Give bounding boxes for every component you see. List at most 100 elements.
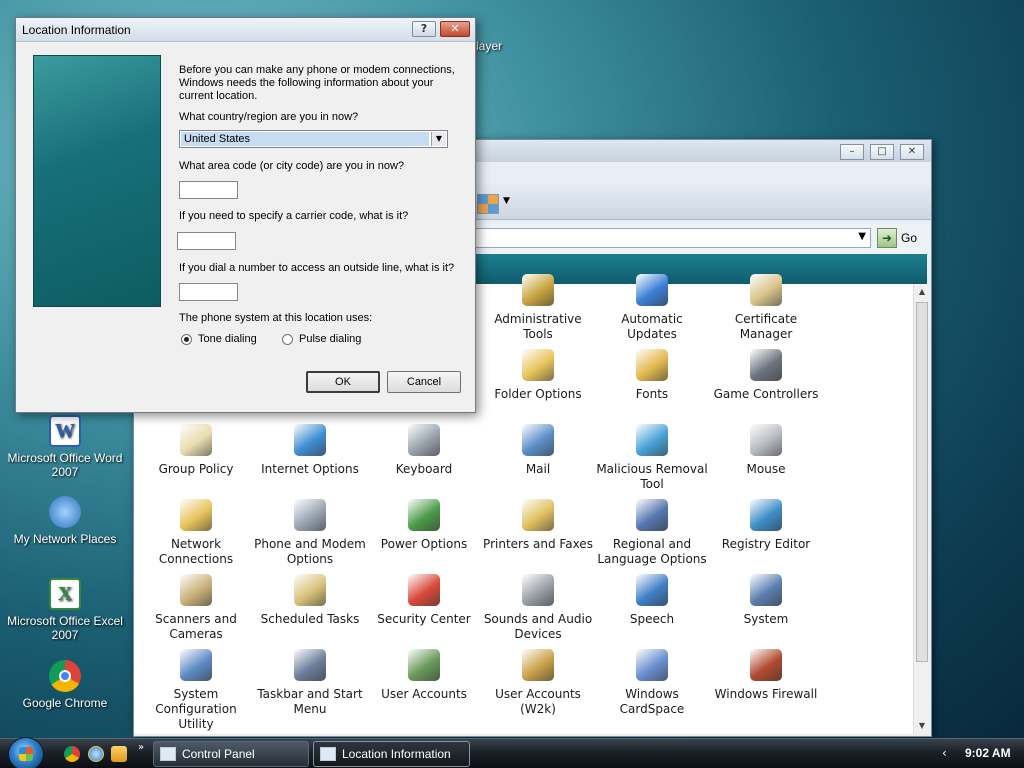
network-connections-icon bbox=[180, 499, 212, 531]
help-button[interactable]: ? bbox=[412, 21, 436, 37]
control-panel-item[interactable]: System bbox=[709, 574, 823, 627]
excel-icon: X bbox=[49, 578, 81, 610]
go-button[interactable]: Go bbox=[901, 231, 917, 245]
control-panel-item-label: Speech bbox=[629, 612, 675, 626]
area-code-label: What area code (or city code) are you in… bbox=[179, 160, 405, 172]
cancel-button[interactable]: Cancel bbox=[387, 371, 461, 393]
start-button[interactable] bbox=[8, 737, 44, 768]
regional-icon bbox=[636, 499, 668, 531]
control-panel-item[interactable]: Group Policy bbox=[139, 424, 253, 477]
tray-expand-icon[interactable]: ‹ bbox=[942, 746, 947, 760]
admin-tools-icon bbox=[522, 274, 554, 306]
scroll-thumb[interactable] bbox=[916, 302, 928, 662]
pulse-dialing-label[interactable]: Pulse dialing bbox=[299, 333, 361, 345]
control-panel-item[interactable]: Taskbar and Start Menu bbox=[253, 649, 367, 717]
control-panel-item[interactable]: Windows Firewall bbox=[709, 649, 823, 702]
dialog-close-button[interactable]: ✕ bbox=[440, 21, 470, 37]
dialog-titlebar[interactable]: Location Information ? ✕ bbox=[16, 18, 475, 42]
control-panel-item[interactable]: Mail bbox=[481, 424, 595, 477]
views-icon[interactable] bbox=[477, 194, 499, 214]
taskbar-button-location-information[interactable]: Location Information bbox=[313, 741, 470, 767]
control-panel-item[interactable]: Malicious Removal Tool bbox=[595, 424, 709, 492]
clock[interactable]: 9:02 AM bbox=[965, 746, 1011, 760]
control-panel-item[interactable]: Certificate Manager bbox=[709, 274, 823, 342]
chevron-down-icon[interactable]: ▼ bbox=[431, 132, 446, 146]
go-arrow-icon[interactable]: ➜ bbox=[877, 228, 897, 248]
control-panel-item-label: Automatic Updates bbox=[621, 312, 683, 341]
country-select-value: United States bbox=[181, 132, 429, 146]
quicklaunch-more-icon[interactable]: » bbox=[138, 742, 144, 753]
control-panel-item[interactable]: Network Connections bbox=[139, 499, 253, 567]
control-panel-item-label: Scheduled Tasks bbox=[260, 612, 360, 626]
desktop-icon-network[interactable]: My Network Places bbox=[3, 496, 127, 546]
control-panel-item[interactable]: Power Options bbox=[367, 499, 481, 552]
control-panel-item[interactable]: Internet Options bbox=[253, 424, 367, 477]
close-button[interactable]: ✕ bbox=[900, 144, 924, 160]
chrome-quicklaunch-icon[interactable] bbox=[64, 746, 80, 762]
group-policy-icon bbox=[180, 424, 212, 456]
scanner-icon bbox=[180, 574, 212, 606]
tone-dialing-label[interactable]: Tone dialing bbox=[198, 333, 257, 345]
dialog-title: Location Information bbox=[22, 23, 131, 37]
fonts-icon bbox=[636, 349, 668, 381]
control-panel-item[interactable]: Automatic Updates bbox=[595, 274, 709, 342]
ok-button[interactable]: OK bbox=[306, 371, 380, 393]
control-panel-item[interactable]: Keyboard bbox=[367, 424, 481, 477]
control-panel-icon bbox=[160, 747, 176, 761]
control-panel-item[interactable]: Printers and Faxes bbox=[481, 499, 595, 552]
tone-dialing-radio[interactable] bbox=[181, 334, 192, 345]
control-panel-item[interactable]: Phone and Modem Options bbox=[253, 499, 367, 567]
control-panel-item-label: Mail bbox=[525, 462, 551, 476]
control-panel-item[interactable]: Folder Options bbox=[481, 349, 595, 402]
control-panel-item-label: Fonts bbox=[635, 387, 669, 401]
security-shield-icon bbox=[408, 574, 440, 606]
desktop-icon-chrome[interactable]: Google Chrome bbox=[3, 660, 127, 710]
phone-icon bbox=[294, 499, 326, 531]
media-player-icon[interactable] bbox=[111, 746, 127, 762]
area-code-field[interactable] bbox=[179, 181, 238, 199]
carrier-code-field[interactable] bbox=[177, 232, 236, 250]
control-panel-item[interactable]: Scheduled Tasks bbox=[253, 574, 367, 627]
control-panel-item[interactable]: Administrative Tools bbox=[481, 274, 595, 342]
mail-icon bbox=[522, 424, 554, 456]
control-panel-item[interactable]: Fonts bbox=[595, 349, 709, 402]
control-panel-item[interactable]: Mouse bbox=[709, 424, 823, 477]
mouse-icon bbox=[750, 424, 782, 456]
scroll-up-icon[interactable]: ▲ bbox=[914, 284, 930, 300]
control-panel-item-label: Network Connections bbox=[158, 537, 234, 566]
control-panel-item[interactable]: Registry Editor bbox=[709, 499, 823, 552]
control-panel-item[interactable]: Security Center bbox=[367, 574, 481, 627]
control-panel-item[interactable]: Scanners and Cameras bbox=[139, 574, 253, 642]
control-panel-item[interactable]: User Accounts bbox=[367, 649, 481, 702]
phone-system-label: The phone system at this location uses: bbox=[179, 312, 373, 324]
desktop-icon-excel[interactable]: X Microsoft Office Excel 2007 bbox=[3, 578, 127, 642]
registry-icon bbox=[750, 499, 782, 531]
control-panel-item-label: Scanners and Cameras bbox=[155, 612, 237, 641]
country-select[interactable]: United States ▼ bbox=[179, 130, 448, 148]
pulse-dialing-radio[interactable] bbox=[282, 334, 293, 345]
control-panel-item[interactable]: Game Controllers bbox=[709, 349, 823, 402]
internet-explorer-icon[interactable] bbox=[88, 746, 104, 762]
taskbar-button-control-panel[interactable]: Control Panel bbox=[153, 741, 309, 767]
scroll-down-icon[interactable]: ▼ bbox=[914, 718, 930, 734]
maximize-button[interactable]: □ bbox=[870, 144, 894, 160]
control-panel-item-label: Regional and Language Options bbox=[597, 537, 707, 566]
views-dropdown-icon[interactable]: ▼ bbox=[503, 196, 510, 206]
address-dropdown-icon[interactable]: ▼ bbox=[858, 231, 866, 242]
control-panel-item[interactable]: Regional and Language Options bbox=[595, 499, 709, 567]
control-panel-item[interactable]: Speech bbox=[595, 574, 709, 627]
control-panel-item[interactable]: User Accounts (W2k) bbox=[481, 649, 595, 717]
control-panel-item[interactable]: Windows CardSpace bbox=[595, 649, 709, 717]
desktop-icon-word[interactable]: W Microsoft Office Word 2007 bbox=[3, 415, 127, 479]
control-panel-item-label: Mouse bbox=[746, 462, 786, 476]
control-panel-item-label: Certificate Manager bbox=[734, 312, 798, 341]
vertical-scrollbar[interactable]: ▲ ▼ bbox=[913, 284, 929, 734]
network-icon bbox=[49, 496, 81, 528]
minimize-button[interactable]: – bbox=[840, 144, 864, 160]
scheduled-tasks-icon bbox=[294, 574, 326, 606]
control-panel-item[interactable]: Sounds and Audio Devices bbox=[481, 574, 595, 642]
control-panel-item[interactable]: System Configuration Utility bbox=[139, 649, 253, 732]
control-panel-item-label: Taskbar and Start Menu bbox=[257, 687, 363, 716]
outside-line-field[interactable] bbox=[179, 283, 238, 301]
taskbar: » Control Panel Location Information ‹ 9… bbox=[0, 737, 1024, 768]
